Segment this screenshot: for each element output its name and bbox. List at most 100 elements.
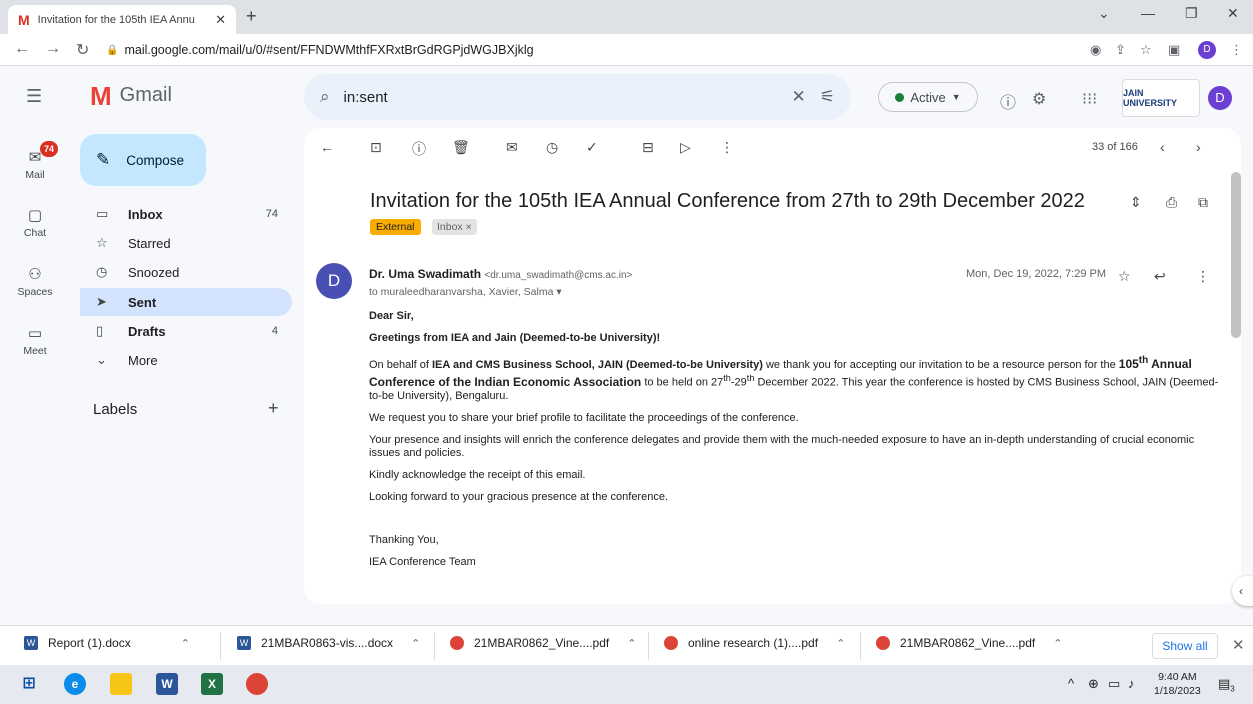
rail-mail[interactable]: ✉ Mail (0, 148, 70, 181)
rail-spaces[interactable]: ⚇ Spaces (0, 265, 70, 298)
tray-chevron-icon[interactable]: ^ (1068, 676, 1074, 691)
network-icon[interactable]: ⊕ (1088, 676, 1099, 692)
print-icon[interactable]: ⎙ (1166, 194, 1177, 211)
nav-item-drafts[interactable]: ▯ Drafts 4 (80, 317, 292, 345)
inbox-label-chip[interactable]: Inbox × (432, 219, 477, 235)
back-to-list-icon[interactable]: ← (320, 139, 334, 155)
download-item[interactable]: online research (1)....pdf ⌃ (664, 636, 845, 650)
download-item[interactable]: W Report (1).docx ⌃ (24, 636, 190, 650)
paragraph-4: Kindly acknowledge the receipt of this e… (369, 468, 586, 481)
chevron-up-icon[interactable]: ⌃ (627, 637, 636, 650)
account-avatar[interactable]: D (1208, 86, 1232, 110)
settings-gear-icon[interactable]: ⚙ (1032, 89, 1046, 109)
clear-search-icon[interactable]: ✕ (792, 87, 806, 107)
mark-unread-icon[interactable]: ✉ (506, 139, 518, 156)
tab-search-icon[interactable]: ⌄ (1098, 5, 1110, 22)
search-icon[interactable]: ⌕ (320, 87, 330, 107)
new-tab-button[interactable]: + (246, 6, 257, 27)
reload-icon[interactable]: ↻ (76, 40, 89, 60)
notifications-icon[interactable]: ▤3 (1218, 676, 1235, 694)
compose-button[interactable]: ✎ Compose (80, 134, 206, 186)
file-explorer-icon[interactable] (110, 673, 132, 695)
scrollbar-thumb[interactable] (1231, 172, 1241, 338)
label-icon[interactable]: ▷ (680, 139, 691, 156)
add-label-button[interactable]: + (268, 398, 279, 419)
recipients-dropdown[interactable]: to muraleedharanvarsha, Xavier, Salma ▾ (369, 286, 562, 298)
nav-item-sent[interactable]: ➤ Sent (80, 288, 292, 316)
expand-icon[interactable]: ⇕ (1130, 194, 1142, 211)
restore-button[interactable]: ❐ (1185, 5, 1198, 22)
paragraph-2: We request you to share your brief profi… (369, 411, 799, 424)
rail-chat[interactable]: ▢ Chat (0, 206, 70, 239)
nav-item-more[interactable]: ⌄ More (80, 346, 292, 374)
search-options-icon[interactable]: ⚟ (820, 87, 835, 107)
reply-icon[interactable]: ↩ (1154, 268, 1166, 285)
add-task-icon[interactable]: ✓ (586, 139, 598, 156)
search-input[interactable]: in:sent (344, 89, 778, 106)
sender-name[interactable]: Dr. Uma Swadimath (369, 267, 481, 281)
help-icon[interactable]: ⓘ (1000, 89, 1016, 113)
main-menu-icon[interactable]: ☰ (26, 86, 42, 107)
open-new-window-icon[interactable]: ⧉ (1198, 194, 1208, 211)
paragraph-1: On behalf of IEA and CMS Business School… (369, 355, 1219, 402)
chevron-up-icon[interactable]: ⌃ (411, 637, 420, 650)
report-spam-icon[interactable]: ⓘ (412, 139, 426, 159)
chevron-down-icon: ▼ (951, 92, 961, 102)
forward-icon[interactable]: → (45, 40, 61, 58)
message-more-icon[interactable]: ⋮ (1196, 268, 1210, 285)
chevron-up-icon[interactable]: ⌃ (836, 637, 845, 650)
excel-app-icon[interactable]: X (201, 673, 223, 695)
delete-icon[interactable]: 🗑 (452, 139, 470, 156)
browser-tab[interactable]: M Invitation for the 105th IEA Annu ✕ (8, 5, 236, 34)
sender-avatar[interactable]: D (316, 263, 352, 299)
archive-icon[interactable]: ⊡ (370, 139, 382, 156)
close-window-button[interactable]: ✕ (1227, 5, 1239, 22)
browser-profile-avatar[interactable]: D (1198, 41, 1216, 59)
chevron-down-icon: ⌄ (96, 352, 107, 367)
organization-logo: JAIN UNIVERSITY (1122, 79, 1200, 117)
bookmark-star-icon[interactable]: ☆ (1140, 42, 1152, 58)
external-tag: External (370, 219, 421, 235)
star-message-icon[interactable]: ☆ (1118, 268, 1131, 285)
nav-item-inbox[interactable]: ▭ Inbox 74 (80, 200, 292, 228)
chrome-icon (876, 636, 890, 650)
snooze-icon[interactable]: ◷ (546, 139, 558, 156)
minimize-button[interactable]: — (1141, 5, 1155, 21)
taskbar-clock[interactable]: 9:40 AM 1/18/2023 (1154, 670, 1201, 698)
battery-icon[interactable]: ▭ (1108, 676, 1120, 692)
edge-icon[interactable]: e (64, 673, 86, 695)
apps-grid-icon[interactable]: ⁝⁝⁝ (1082, 89, 1097, 109)
nav-item-snoozed[interactable]: ◷ Snoozed (80, 258, 292, 286)
download-item[interactable]: 21MBAR0862_Vine....pdf ⌃ (876, 636, 1062, 650)
back-icon[interactable]: ← (14, 40, 30, 58)
older-icon[interactable]: › (1196, 139, 1201, 155)
side-panel-icon[interactable]: ▣ (1168, 42, 1180, 58)
search-bar[interactable]: ⌕ in:sent ✕ ⚟ (304, 74, 851, 120)
address-bar[interactable]: 🔒 mail.google.com/mail/u/0/#sent/FFNDWMt… (106, 39, 1136, 61)
show-all-downloads-button[interactable]: Show all (1152, 633, 1218, 659)
gmail-favicon-icon: M (18, 11, 30, 28)
move-to-icon[interactable]: ⊟ (642, 139, 654, 156)
gmail-logo[interactable]: M Gmail (90, 83, 172, 109)
volume-icon[interactable]: ♪ (1128, 676, 1135, 691)
windows-start-icon[interactable]: ⊞ (18, 673, 40, 695)
scrollbar[interactable] (1231, 172, 1241, 602)
more-options-icon[interactable]: ⋮ (720, 139, 734, 156)
word-app-icon[interactable]: W (156, 673, 178, 695)
inbox-icon: ▭ (96, 206, 109, 221)
extension-icon[interactable]: ◉ (1090, 42, 1101, 58)
share-icon[interactable]: ⇪ (1115, 42, 1126, 58)
newer-icon[interactable]: ‹ (1160, 139, 1165, 155)
rail-meet[interactable]: ▭ Meet (0, 324, 70, 357)
nav-item-starred[interactable]: ☆ Starred (80, 229, 292, 257)
download-item[interactable]: W 21MBAR0863-vis....docx ⌃ (237, 636, 420, 650)
close-tab-icon[interactable]: ✕ (215, 12, 226, 28)
chevron-up-icon[interactable]: ⌃ (181, 637, 190, 650)
chrome-app-icon[interactable] (246, 673, 268, 695)
status-dropdown[interactable]: Active ▼ (878, 82, 978, 112)
browser-menu-icon[interactable]: ⋮ (1230, 42, 1243, 58)
spaces-icon: ⚇ (28, 266, 42, 283)
chevron-up-icon[interactable]: ⌃ (1053, 637, 1062, 650)
download-item[interactable]: 21MBAR0862_Vine....pdf ⌃ (450, 636, 636, 650)
close-downloads-icon[interactable]: ✕ (1232, 636, 1245, 654)
